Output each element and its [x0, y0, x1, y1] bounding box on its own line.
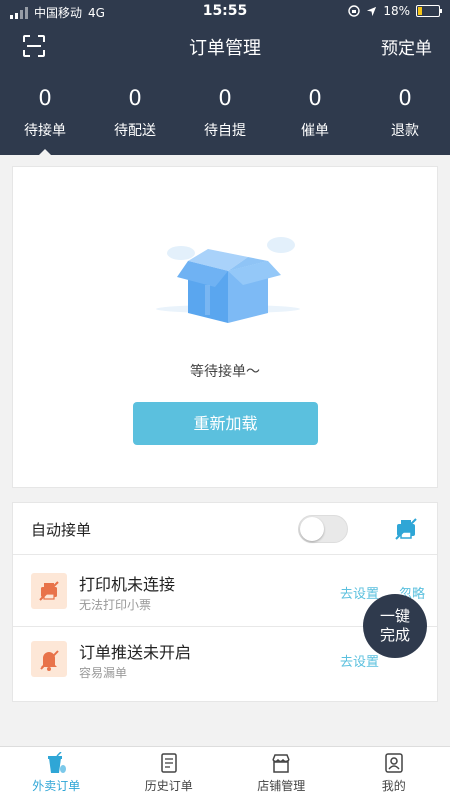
- reservation-orders-button[interactable]: 预定单: [381, 34, 432, 59]
- empty-state-card: 等待接单～ 重新加载: [12, 166, 438, 488]
- tab-label: 外卖订单: [32, 779, 81, 793]
- fab-line-2: 完成: [379, 626, 410, 644]
- push-setup-link[interactable]: 去设置: [340, 651, 379, 670]
- tab-shop-management[interactable]: 店铺管理: [225, 747, 338, 800]
- rotation-lock-icon: [348, 5, 361, 17]
- stat-count: 0: [218, 86, 232, 110]
- empty-box-icon: [156, 237, 300, 323]
- tab-profile[interactable]: 我的: [338, 747, 450, 800]
- stat-count: 0: [398, 86, 412, 110]
- tab-label: 我的: [381, 779, 406, 793]
- stat-count: 0: [128, 86, 142, 110]
- stat-pending-delivery[interactable]: 0 待配送: [90, 80, 180, 155]
- fab-line-1: 一键: [379, 607, 410, 625]
- stat-label: 催单: [301, 123, 329, 139]
- stat-label: 退款: [391, 123, 419, 139]
- auto-accept-row: 自动接单: [13, 503, 437, 555]
- stat-reminders[interactable]: 0 催单: [270, 80, 360, 155]
- printer-warning-title: 打印机未连接: [79, 575, 176, 594]
- stat-pending-pickup[interactable]: 0 待自提: [180, 80, 270, 155]
- stat-count: 0: [308, 86, 322, 110]
- notification-off-icon: [31, 641, 67, 677]
- battery-icon: [416, 5, 442, 17]
- auto-accept-label: 自动接单: [31, 521, 92, 539]
- bottom-tab-bar: 外卖订单 历史订单 店铺管理 我的: [0, 746, 450, 800]
- takeout-cup-icon: [48, 752, 67, 773]
- tab-takeout-orders[interactable]: 外卖订单: [0, 747, 113, 800]
- tab-history-orders[interactable]: 历史订单: [113, 747, 226, 800]
- stat-pending-accept[interactable]: 0 待接单: [0, 80, 90, 157]
- stat-count: 0: [38, 86, 52, 110]
- active-pointer: [37, 149, 53, 157]
- printer-off-icon: [31, 573, 67, 609]
- top-header: 中国移动 4G 15:55 18% 订单管理 预定单 0 待接单 0 待配送 0: [0, 0, 450, 157]
- location-arrow-icon: [367, 6, 377, 16]
- auto-print-icon[interactable]: [393, 516, 419, 542]
- empty-message: 等待接单～: [190, 364, 260, 380]
- reload-button[interactable]: 重新加载: [133, 402, 318, 445]
- shop-icon: [272, 754, 290, 773]
- history-doc-icon: [161, 753, 177, 773]
- tab-label: 历史订单: [144, 779, 193, 793]
- order-stats: 0 待接单 0 待配送 0 待自提 0 催单 0 退款: [0, 80, 450, 157]
- printer-setup-link[interactable]: 去设置: [340, 583, 379, 602]
- complete-all-button[interactable]: 一键 完成: [363, 594, 427, 658]
- push-warning-title: 订单推送未开启: [79, 643, 192, 662]
- stat-refunds[interactable]: 0 退款: [360, 80, 450, 155]
- stat-label: 待接单: [24, 123, 66, 139]
- battery-percent: 18%: [383, 4, 410, 18]
- printer-warning-subtitle: 无法打印小票: [79, 598, 152, 612]
- status-right: 18%: [348, 4, 442, 18]
- push-warning-subtitle: 容易漏单: [79, 666, 128, 680]
- nav-bar: 订单管理 预定单: [0, 24, 450, 68]
- auto-accept-toggle[interactable]: [298, 515, 348, 543]
- stat-label: 待自提: [204, 123, 246, 139]
- tab-label: 店铺管理: [257, 779, 306, 793]
- stat-label: 待配送: [114, 123, 156, 139]
- status-bar: 中国移动 4G 15:55 18%: [0, 0, 450, 24]
- profile-icon: [385, 753, 403, 773]
